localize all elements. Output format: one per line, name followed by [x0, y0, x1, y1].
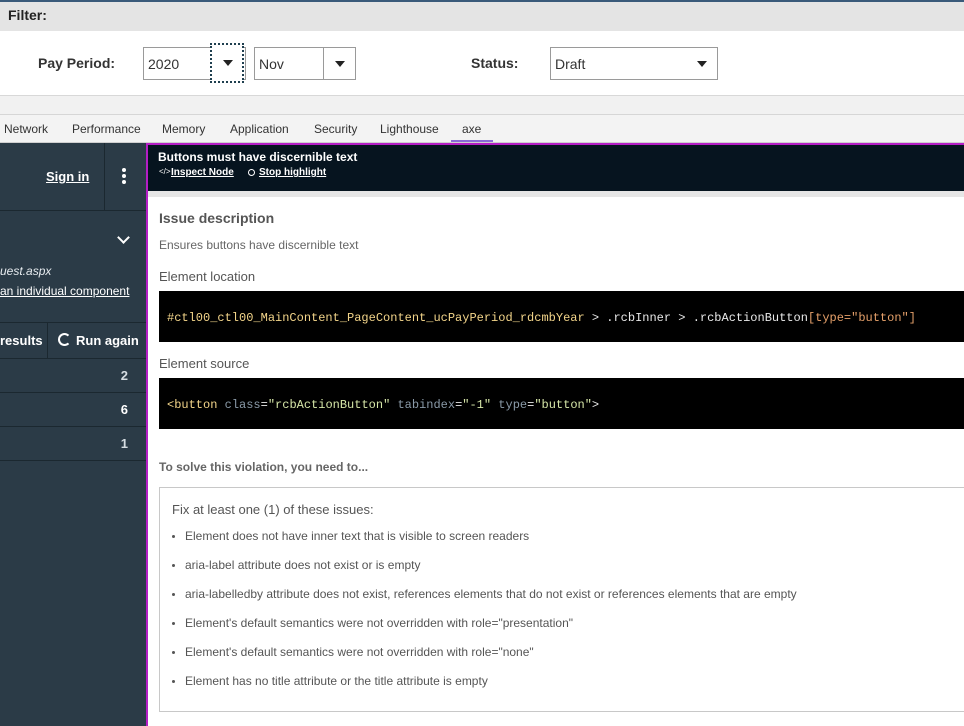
inspect-node-button[interactable]: Inspect Node: [171, 167, 234, 178]
list-item: aria-labelledby attribute does not exist…: [185, 587, 797, 601]
issue-header: Buttons must have discernible text </> I…: [148, 145, 964, 191]
tab-network[interactable]: Network: [4, 122, 48, 136]
tab-application[interactable]: Application: [230, 122, 289, 136]
list-item: aria-label attribute does not exist or i…: [185, 558, 421, 572]
list-item: Element does not have inner text that is…: [185, 529, 530, 543]
issue-count: 6: [120, 402, 128, 417]
element-location-code: #ctl00_ctl00_MainContent_PageContent_ucP…: [159, 291, 964, 342]
location-path: > .rcbInner > .rcbActionButton: [584, 311, 808, 325]
tab-memory[interactable]: Memory: [162, 122, 205, 136]
issue-count: 2: [120, 368, 128, 383]
status-value: Draft: [555, 56, 586, 72]
list-item: Element's default semantics were not ove…: [185, 616, 574, 630]
pay-period-label: Pay Period:: [38, 55, 116, 71]
list-item[interactable]: 6: [0, 393, 146, 427]
chevron-down-icon[interactable]: [117, 231, 130, 244]
sign-in-link[interactable]: Sign in: [46, 169, 89, 184]
issue-description-heading: Issue description: [159, 210, 275, 226]
month-value: Nov: [259, 56, 284, 72]
list-item: Element's default semantics were not ove…: [185, 645, 534, 659]
tab-lighthouse[interactable]: Lighthouse: [380, 122, 439, 136]
tab-security[interactable]: Security: [314, 122, 357, 136]
refresh-icon: [58, 333, 71, 346]
tab-performance[interactable]: Performance: [72, 122, 141, 136]
status-combo[interactable]: Draft: [550, 47, 718, 80]
location-attr: [type="button"]: [807, 311, 916, 325]
component-link[interactable]: an individual component: [0, 284, 129, 298]
filter-title: Filter:: [8, 7, 47, 23]
axe-left-panel: Sign in uest.aspx an individual componen…: [0, 143, 146, 726]
devtools-tab-bar: Network Performance Memory Application S…: [0, 114, 964, 143]
issue-count: 1: [120, 436, 128, 451]
list-item: Element has no title attribute or the ti…: [185, 674, 488, 688]
caret-down-icon: [223, 60, 233, 66]
highlight-icon: [248, 169, 255, 176]
active-tab-indicator: [451, 140, 493, 142]
list-item[interactable]: 1: [0, 427, 146, 461]
caret-down-icon[interactable]: [697, 61, 707, 67]
year-value: 2020: [148, 56, 180, 72]
run-again-button[interactable]: Run again: [76, 333, 139, 348]
caret-down-icon[interactable]: [335, 61, 345, 67]
fix-heading: Fix at least one (1) of these issues:: [172, 502, 374, 517]
issue-title: Buttons must have discernible text: [158, 150, 358, 164]
more-menu-icon[interactable]: [122, 168, 126, 172]
solve-heading: To solve this violation, you need to...: [159, 460, 369, 474]
status-label: Status:: [471, 55, 519, 71]
month-combo[interactable]: Nov: [254, 47, 356, 80]
code-icon: </>: [159, 167, 171, 176]
element-location-heading: Element location: [159, 269, 256, 284]
element-source-code: <button class="rcbActionButton" tabindex…: [159, 378, 964, 429]
year-dropdown-button[interactable]: [210, 43, 244, 83]
filter-bar: [0, 0, 964, 31]
tab-axe[interactable]: axe: [462, 122, 481, 136]
results-label[interactable]: results: [0, 333, 43, 348]
issue-description-text: Ensures buttons have discernible text: [159, 238, 359, 252]
page-path: uest.aspx: [0, 264, 52, 278]
location-selector: #ctl00_ctl00_MainContent_PageContent_ucP…: [167, 311, 585, 325]
stop-highlight-button[interactable]: Stop highlight: [259, 167, 326, 178]
list-item[interactable]: 2: [0, 359, 146, 393]
element-source-heading: Element source: [159, 356, 250, 371]
